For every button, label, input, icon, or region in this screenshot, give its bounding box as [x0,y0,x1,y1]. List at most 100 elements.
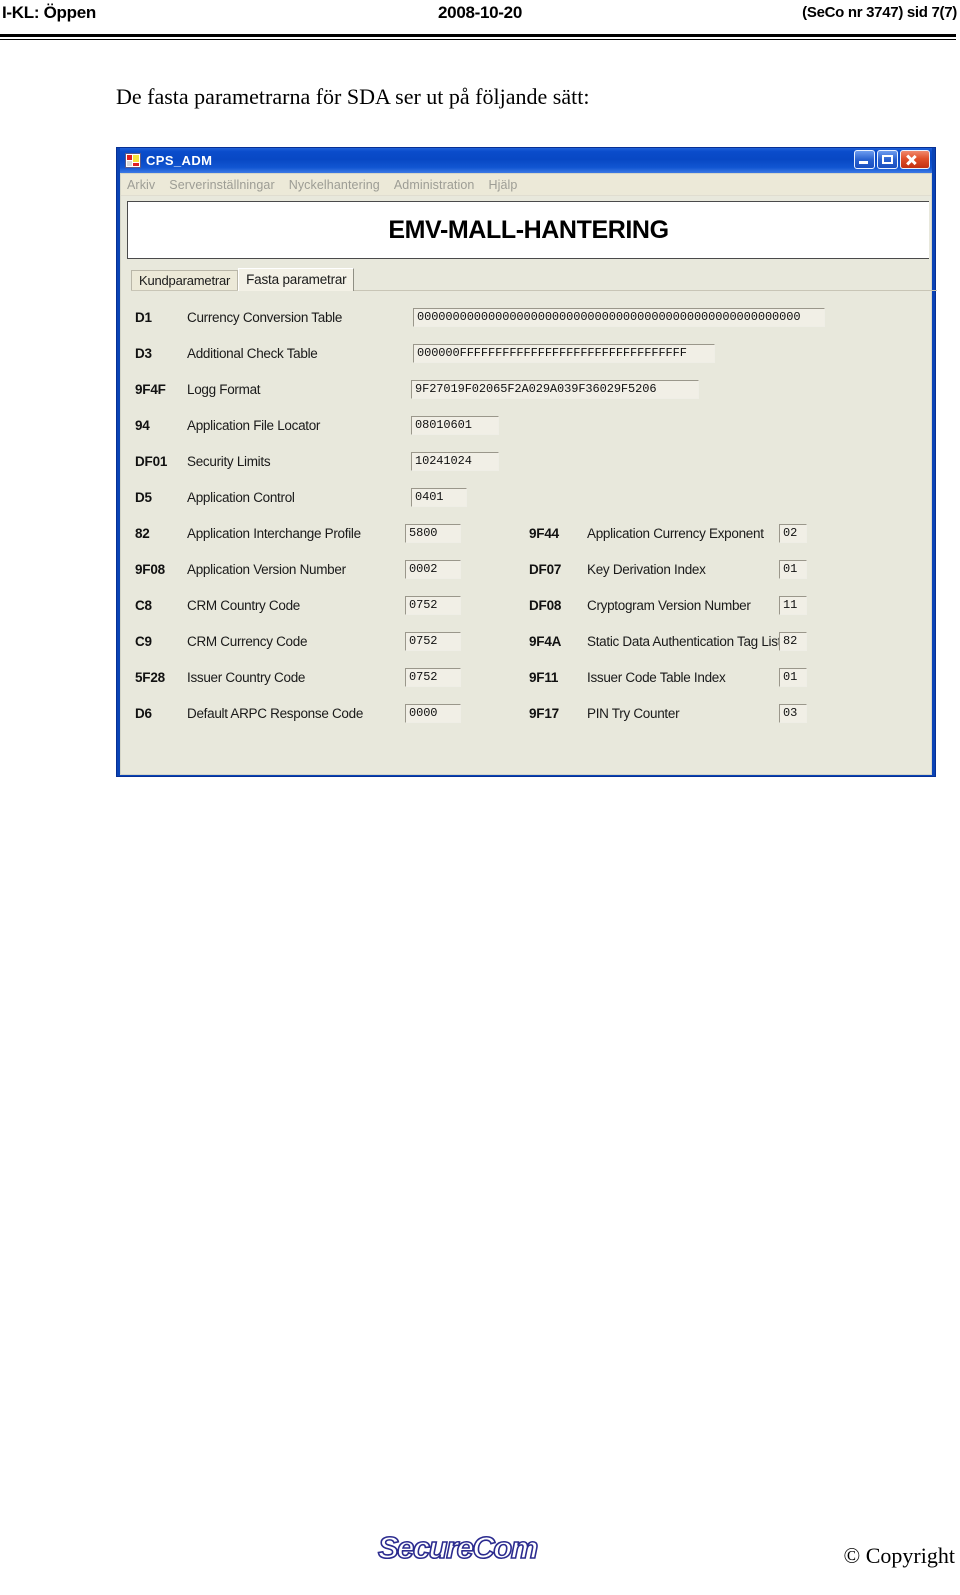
param-label: Key Derivation Index [587,561,706,577]
param-value-field[interactable]: 02 [779,523,807,543]
param-label: Application Interchange Profile [187,525,361,541]
param-tag: DF08 [529,597,562,613]
tab-fasta-parametrar[interactable]: Fasta parametrar [238,268,355,291]
application-window: CPS_ADM Arkiv Serverinställningar Nyckel… [116,147,937,777]
param-tag: C8 [135,597,152,613]
param-tag: 9F08 [135,561,165,577]
minimize-button[interactable] [854,150,875,169]
param-tag: 5F28 [135,669,165,685]
param-value-field[interactable]: 0000 [405,703,461,723]
menu-item-hjalp[interactable]: Hjälp [488,178,517,192]
header-docref: (SeCo nr 3747) sid 7(7) [802,4,957,21]
param-cell-right: 9F11 Issuer Code Table Index 01 [529,659,807,695]
tab-strip: Kundparametrar Fasta parametrar [131,268,937,291]
param-cell-right: DF08 Cryptogram Version Number 11 [529,587,807,623]
menu-item-nyckelhantering[interactable]: Nyckelhantering [289,178,380,192]
param-row: C8 CRM Country Code 0752 DF08 Cryptogram… [135,587,931,623]
param-tag: 82 [135,525,150,541]
param-row: 5F28 Issuer Country Code 0752 9F11 Issue… [135,659,931,695]
param-row: C9 CRM Currency Code 0752 9F4A Static Da… [135,623,931,659]
param-row: D6 Default ARPC Response Code 0000 9F17 … [135,695,931,731]
param-row: D3 Additional Check Table 000000FFFFFFFF… [135,335,931,371]
maximize-button[interactable] [877,150,898,169]
param-value-field[interactable]: 08010601 [411,415,499,435]
menu-item-arkiv[interactable]: Arkiv [127,178,155,192]
param-cell-left: 5F28 Issuer Country Code 0752 [135,659,461,695]
param-value-field[interactable]: 01 [779,667,807,687]
menu-item-administration[interactable]: Administration [394,178,475,192]
param-value-field[interactable]: 9F27019F02065F2A029A039F36029F5206 [411,379,699,399]
param-value-field[interactable]: 5800 [405,523,461,543]
window-controls [854,150,930,169]
param-tag: D6 [135,705,152,721]
param-tag: 9F11 [529,669,559,685]
param-label: Logg Format [187,381,261,397]
window-titlebar[interactable]: CPS_ADM [120,148,932,173]
param-label: Issuer Country Code [187,669,306,685]
param-tag: DF01 [135,453,168,469]
param-label: Static Data Authentication Tag List [587,633,782,649]
param-label: Issuer Code Table Index [587,669,726,685]
param-value-field[interactable]: 10241024 [411,451,499,471]
param-value-field[interactable]: 0000000000000000000000000000000000000000… [413,307,825,327]
param-cell-left: C9 CRM Currency Code 0752 [135,623,461,659]
securecom-logo: SecureCom [377,1529,539,1566]
param-cell-left: 82 Application Interchange Profile 5800 [135,515,461,551]
param-label: CRM Country Code [187,597,300,613]
window-title: CPS_ADM [146,153,213,168]
param-value-field[interactable]: 01 [779,559,807,579]
param-value-field[interactable]: 0752 [405,595,461,615]
param-label: Additional Check Table [187,345,318,361]
param-label: Cryptogram Version Number [587,597,751,613]
param-row: 9F4F Logg Format 9F27019F02065F2A029A039… [135,371,931,407]
menu-item-serverinstallningar[interactable]: Serverinställningar [169,178,274,192]
app-squares-icon [125,153,141,168]
param-tag: D5 [135,489,152,505]
param-cell-left: D6 Default ARPC Response Code 0000 [135,695,461,731]
param-tag: 9F4F [135,381,166,397]
param-cell-right: 9F4A Static Data Authentication Tag List… [529,623,807,659]
param-label: Application Control [187,489,295,505]
param-value-field[interactable]: 0752 [405,631,461,651]
param-cell-right: DF07 Key Derivation Index 01 [529,551,807,587]
banner-title: EMV-MALL-HANTERING [388,215,669,244]
param-label: PIN Try Counter [587,705,680,721]
banner: EMV-MALL-HANTERING [127,201,929,259]
param-label: Application Version Number [187,561,346,577]
window-body: Arkiv Serverinställningar Nyckelhanterin… [120,173,937,775]
parameter-list: D1 Currency Conversion Table 00000000000… [121,299,931,731]
param-tag: 94 [135,417,150,433]
param-tag: D3 [135,345,152,361]
param-value-field[interactable]: 0752 [405,667,461,687]
intro-paragraph: De fasta parametrarna för SDA ser ut på … [116,84,590,109]
close-button[interactable] [900,150,930,169]
param-tag: 9F44 [529,525,559,541]
copyright-notice: © Copyright [843,1543,955,1568]
param-value-field[interactable]: 82 [779,631,807,651]
param-row: 82 Application Interchange Profile 5800 … [135,515,931,551]
param-label: CRM Currency Code [187,633,308,649]
param-value-field[interactable]: 0002 [405,559,461,579]
param-label: Default ARPC Response Code [187,705,364,721]
header-divider [0,34,956,40]
param-value-field[interactable]: 03 [779,703,807,723]
tab-kundparametrar[interactable]: Kundparametrar [131,270,239,291]
param-label: Currency Conversion Table [187,309,343,325]
param-tag: DF07 [529,561,562,577]
param-row: 94 Application File Locator 08010601 [135,407,931,443]
param-label: Application File Locator [187,417,321,433]
param-value-field[interactable]: 0401 [411,487,467,507]
param-row: DF01 Security Limits 10241024 [135,443,931,479]
param-row: D1 Currency Conversion Table 00000000000… [135,299,931,335]
param-cell-left: 9F08 Application Version Number 0002 [135,551,461,587]
param-value-field[interactable]: 000000FFFFFFFFFFFFFFFFFFFFFFFFFFFFFFFF [413,343,715,363]
menu-bar: Arkiv Serverinställningar Nyckelhanterin… [121,174,931,196]
param-value-field[interactable]: 11 [779,595,807,615]
param-tag: 9F17 [529,705,559,721]
param-row: D5 Application Control 0401 [135,479,931,515]
param-label: Application Currency Exponent [587,525,764,541]
param-cell-right: 9F44 Application Currency Exponent 02 [529,515,807,551]
param-label: Security Limits [187,453,271,469]
param-row: 9F08 Application Version Number 0002 DF0… [135,551,931,587]
param-cell-left: C8 CRM Country Code 0752 [135,587,461,623]
